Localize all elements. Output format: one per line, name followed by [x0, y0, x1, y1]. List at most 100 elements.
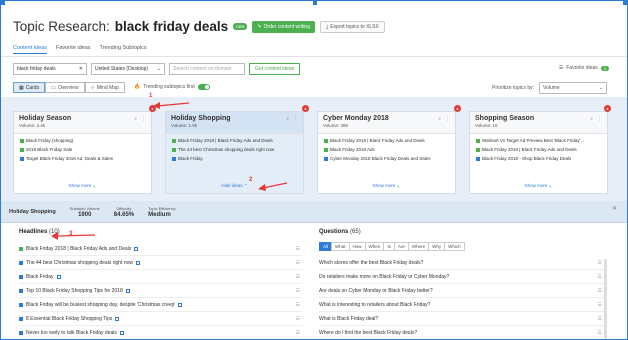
show-more-link[interactable]: Show more ⌄ [318, 183, 455, 189]
card-headline[interactable]: 2018 Black Friday Sale [20, 147, 145, 152]
list-icon[interactable]: ☰ [296, 260, 300, 266]
get-content-ideas-button[interactable]: Get content ideas [249, 63, 301, 75]
list-icon[interactable]: ☰ [296, 246, 300, 252]
show-more-link[interactable]: Show more ⌄ [14, 183, 151, 189]
location-select[interactable]: United States (Desktop) ⌄ [91, 63, 165, 75]
favorite-ideas-link[interactable]: ☰ Favorite ideas 0 [559, 65, 609, 71]
headline-row[interactable]: Black Friday 2018 | Black Friday Ads and… [19, 242, 302, 256]
headline-icon [172, 138, 176, 143]
external-link-icon[interactable] [178, 302, 183, 307]
card-headline[interactable]: The 44 best Christmas shopping deals rig… [172, 147, 297, 152]
corner-handle[interactable] [623, 1, 627, 5]
keyword-input[interactable]: black friday deals ✕ [13, 63, 87, 75]
search-icon[interactable]: ⌕ [286, 116, 289, 122]
question-row[interactable]: What is Black Friday deal? ☰ [319, 313, 604, 326]
question-filter-how[interactable]: How [348, 242, 366, 251]
external-link-icon[interactable] [119, 330, 124, 335]
card-headline[interactable]: Black Friday 2018 | Black Friday Ads and… [172, 138, 297, 143]
stat-label: Subtopic Volume [69, 205, 100, 211]
headline-row[interactable]: Never too early to talk Black Friday dea… [19, 326, 302, 339]
card-headline[interactable]: Black Friday 2018 | Black Friday Ads and… [324, 138, 449, 143]
list-icon[interactable]: ☰ [296, 274, 300, 280]
list-icon[interactable]: ☰ [296, 330, 300, 336]
list-icon[interactable]: ☰ [296, 288, 300, 294]
close-icon[interactable]: ✕ [612, 205, 617, 212]
more-vertical-icon[interactable]: ⋮ [293, 116, 298, 122]
card-headline[interactable]: Black Friday 2018 - Shop Black Friday De… [476, 156, 601, 161]
tab-trending-subtopics[interactable]: Trending Subtopics [100, 45, 147, 54]
query-title: black friday deals [114, 19, 229, 34]
question-row[interactable]: What is interesting to retailers about B… [319, 299, 604, 312]
show-more-link[interactable]: Show more ⌄ [470, 183, 607, 189]
card-headline[interactable]: Black Friday 2018 | Black Friday Ads and… [476, 147, 601, 152]
question-filter-when[interactable]: When [364, 242, 385, 251]
card-headline[interactable]: Cyber Monday 2018 Black Friday Deals and… [324, 156, 449, 161]
chevron-down-icon: ⌄ [396, 183, 401, 188]
question-filter-are[interactable]: Are [393, 242, 409, 251]
headline-text: Top 10 Black Friday Shopping Tips for 20… [26, 287, 123, 294]
headline-icon [476, 156, 480, 161]
overview-view-button[interactable]: ▭ Overview [45, 82, 85, 93]
headline-row[interactable]: Black Friday will be busiest shopping da… [19, 298, 302, 312]
external-link-icon[interactable] [125, 288, 130, 293]
headline-row[interactable]: The 44 best Christmas shopping deals rig… [19, 256, 302, 270]
list-icon[interactable]: ☰ [598, 330, 602, 336]
headline-row[interactable]: Top 10 Black Friday Shopping Tips for 20… [19, 284, 302, 298]
mind-map-view-button[interactable]: ⊹ Mind Map [84, 82, 125, 93]
list-icon[interactable]: ☰ [598, 288, 602, 294]
export-button[interactable]: ⤓ Export topics to XLSX [320, 20, 385, 33]
question-row[interactable]: Are deals on Cyber Monday or Black Frida… [319, 285, 604, 298]
topic-card[interactable]: Holiday Season Volume: 4.4k ⌕ ⋮ Black Fri… [13, 111, 152, 194]
tab-favorite-ideas[interactable]: Favorite ideas [56, 45, 91, 54]
list-icon[interactable]: ☰ [598, 260, 602, 266]
more-vertical-icon[interactable]: ⋮ [445, 116, 450, 122]
corner-handle[interactable] [1, 1, 5, 5]
tab-bar: Content ideas Favorite ideas Trending Su… [13, 45, 147, 54]
list-icon[interactable]: ☰ [598, 302, 602, 308]
search-icon[interactable]: ⌕ [590, 116, 593, 122]
list-icon[interactable]: ☰ [296, 316, 300, 322]
list-icon[interactable]: ☰ [598, 316, 602, 322]
card-headline[interactable]: Black Friday (shopping) [20, 138, 145, 143]
more-vertical-icon[interactable]: ⋮ [141, 116, 146, 122]
domain-input[interactable]: Search content on domain [169, 63, 245, 75]
external-link-icon[interactable] [136, 260, 141, 265]
headline-row[interactable]: 8 Essential Black Friday Shopping Tips ☰ [19, 312, 302, 326]
topic-card[interactable]: Cyber Monday 2018 Volume: 390 ⌕ ⋮ Black F… [317, 111, 456, 194]
page-header: Topic Research: black friday deals new ✎… [13, 19, 385, 34]
external-link-icon[interactable] [56, 274, 61, 279]
question-filter-what[interactable]: What [331, 242, 350, 251]
question-filter-where[interactable]: Where [407, 242, 430, 251]
headline-text: Never too early to talk Black Friday dea… [26, 329, 117, 336]
clear-icon[interactable]: ✕ [79, 66, 83, 72]
card-headline[interactable]: Black Friday [172, 156, 297, 161]
card-headline[interactable]: Target Black Friday 2018 Ad, Deals & Sal… [20, 156, 145, 161]
question-row[interactable]: Do retailers make more on Black Friday o… [319, 271, 604, 284]
card-headline[interactable]: Walmart Vs Target Ad Preview Best 'Black… [476, 138, 601, 143]
annotation-arrow [51, 232, 96, 240]
trending-toggle[interactable] [197, 84, 210, 90]
card-header: Holiday Season Volume: 4.4k ⌕ ⋮ [14, 112, 151, 134]
question-filter-why[interactable]: Why [428, 242, 446, 251]
search-icon[interactable]: ⌕ [438, 116, 441, 122]
external-link-icon[interactable] [134, 246, 139, 251]
question-row[interactable]: Where do I find the best Black Friday de… [319, 327, 604, 339]
tab-content-ideas[interactable]: Content ideas [13, 45, 47, 54]
more-vertical-icon[interactable]: ⋮ [597, 116, 602, 122]
list-icon: ☰ [558, 65, 564, 71]
question-row[interactable]: Which stores offer the best Black Friday… [319, 257, 604, 270]
headline-row[interactable]: Black Friday ☰ [19, 270, 302, 284]
list-icon[interactable]: ☰ [598, 274, 602, 280]
order-content-button[interactable]: ✎ Order content writing [252, 20, 315, 33]
scrollbar[interactable] [604, 259, 607, 339]
cards-view-button[interactable]: ▦ Cards [13, 82, 46, 93]
headline-icon [324, 138, 328, 143]
question-filter-which[interactable]: Which [444, 242, 465, 251]
prioritize-select[interactable]: Volume ⌄ [539, 82, 607, 94]
card-headline[interactable]: Black Friday 2018 Ads [324, 147, 449, 152]
topic-card[interactable]: Shopping Season Volume: 10 ⌕ ⋮ Walmart Vs… [469, 111, 608, 194]
search-icon[interactable]: ⌕ [134, 116, 137, 122]
edge-handle[interactable] [313, 1, 317, 5]
list-icon[interactable]: ☰ [296, 302, 300, 308]
external-link-icon[interactable] [115, 316, 120, 321]
